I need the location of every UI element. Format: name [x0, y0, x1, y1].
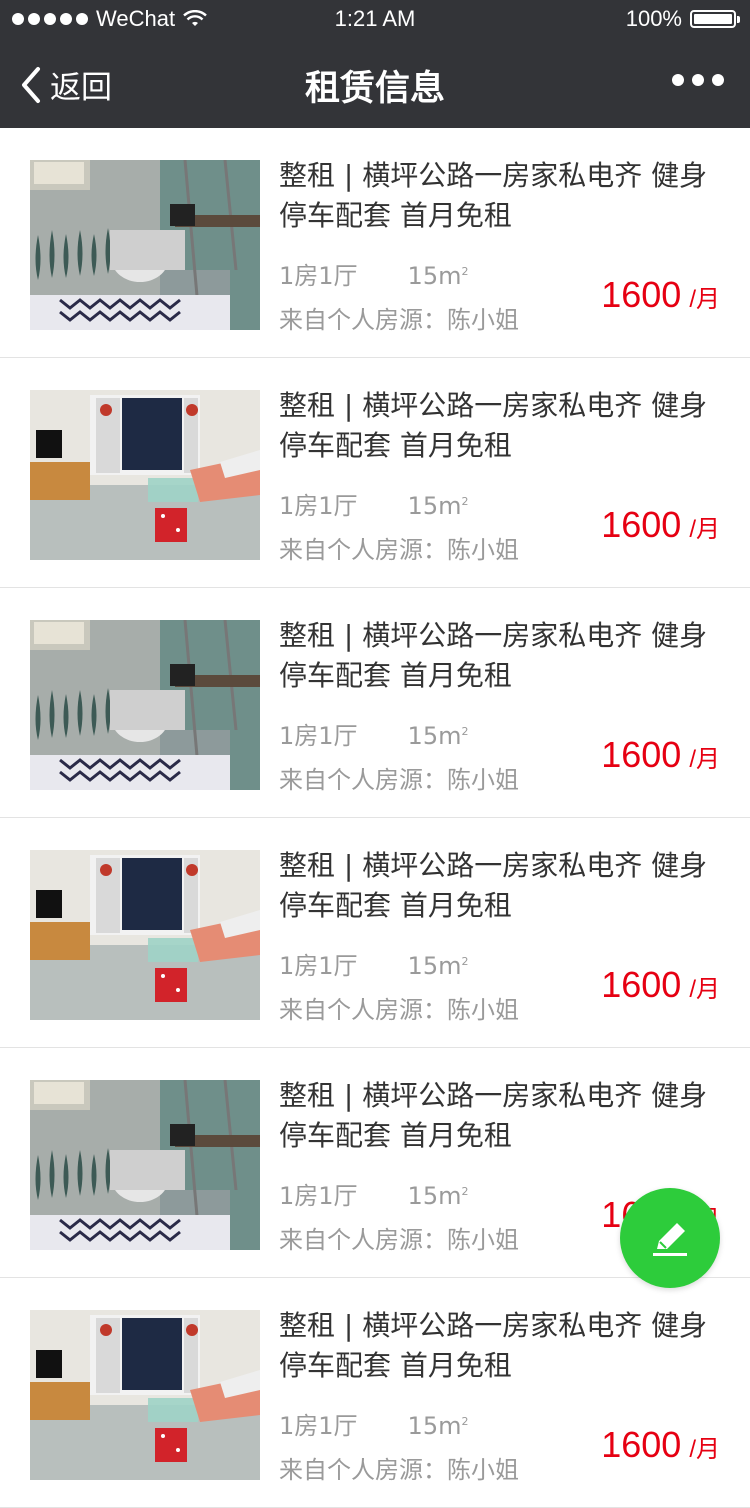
listing-area-sup: 2: [461, 1415, 469, 1428]
price-value: 1600: [601, 274, 682, 315]
listing-item[interactable]: 整租 | 横坪公路一房家私电齐 健身停车配套 首月免租 1房1厅 15m2 来自个…: [0, 1278, 750, 1508]
listing-specs: 1房1厅 15m2: [279, 486, 468, 521]
status-bar: WeChat 1:21 AM 100%: [0, 0, 750, 40]
page-title: 租赁信息: [304, 69, 445, 109]
compose-button[interactable]: [620, 1188, 720, 1288]
price-value: 1600: [601, 734, 682, 775]
listing-area-value: 15m: [407, 262, 462, 290]
price-unit: /月: [689, 516, 720, 543]
listing-area-value: 15m: [407, 1412, 462, 1440]
listing-layout: 1房1厅: [279, 492, 358, 520]
listing-thumbnail: [30, 1310, 260, 1480]
listing-title: 整租 | 横坪公路一房家私电齐 健身停车配套 首月免租: [279, 619, 708, 692]
listing-area: 15m2: [408, 722, 469, 750]
listing-area-value: 15m: [407, 1182, 462, 1210]
listing-photo-living-room: [30, 850, 260, 1020]
price-value: 1600: [601, 964, 682, 1005]
price-unit: /月: [689, 746, 720, 773]
listing-area: 15m2: [408, 952, 469, 980]
listing-price: 1600/月: [601, 964, 720, 1006]
listing-area-value: 15m: [407, 492, 462, 520]
more-dots-icon[interactable]: [672, 74, 724, 86]
price-value: 1600: [601, 504, 682, 545]
battery-percent: 100%: [625, 6, 682, 31]
listing-item[interactable]: 整租 | 横坪公路一房家私电齐 健身停车配套 首月免租 1房1厅 15m2 来自个…: [0, 588, 750, 818]
listing-area-value: 15m: [407, 722, 462, 750]
listing-source: 来自个人房源：陈小姐: [279, 766, 519, 794]
battery-icon: [690, 10, 740, 28]
listing-area: 15m2: [408, 1412, 469, 1440]
listing-specs: 1房1厅 15m2: [279, 716, 468, 751]
listing-title: 整租 | 横坪公路一房家私电齐 健身停车配套 首月免租: [279, 1079, 708, 1152]
listing-area: 15m2: [408, 492, 469, 520]
listing-layout: 1房1厅: [279, 262, 358, 290]
listing-title: 整租 | 横坪公路一房家私电齐 健身停车配套 首月免租: [279, 389, 708, 462]
listing-source: 来自个人房源：陈小姐: [279, 1226, 519, 1254]
listing-area-sup: 2: [461, 495, 469, 508]
listing-area-value: 15m: [407, 952, 462, 980]
listing-list: 整租 | 横坪公路一房家私电齐 健身停车配套 首月免租 1房1厅 15m2 来自个…: [0, 128, 750, 1508]
listing-area-sup: 2: [461, 265, 469, 278]
listing-area-sup: 2: [461, 955, 469, 968]
listing-source: 来自个人房源：陈小姐: [279, 1456, 519, 1484]
listing-title: 整租 | 横坪公路一房家私电齐 健身停车配套 首月免租: [279, 849, 708, 922]
pencil-icon: [653, 1223, 687, 1256]
listing-title: 整租 | 横坪公路一房家私电齐 健身停车配套 首月免租: [279, 1309, 708, 1382]
price-unit: /月: [689, 286, 720, 313]
listing-price: 1600/月: [601, 504, 720, 546]
listing-layout: 1房1厅: [279, 1182, 358, 1210]
listing-price: 1600/月: [601, 1424, 720, 1466]
listing-source: 来自个人房源：陈小姐: [279, 996, 519, 1024]
listing-photo-living-room: [30, 1310, 260, 1480]
listing-thumbnail: [30, 850, 260, 1020]
listing-item[interactable]: 整租 | 横坪公路一房家私电齐 健身停车配套 首月免租 1房1厅 15m2 来自个…: [0, 358, 750, 588]
listing-specs: 1房1厅 15m2: [279, 946, 468, 981]
listing-layout: 1房1厅: [279, 722, 358, 750]
listing-thumbnail: [30, 390, 260, 560]
listing-photo-living-room: [30, 390, 260, 560]
listing-thumbnail: [30, 620, 260, 790]
listing-layout: 1房1厅: [279, 952, 358, 980]
listing-specs: 1房1厅 15m2: [279, 1406, 468, 1441]
listing-source: 来自个人房源：陈小姐: [279, 306, 519, 334]
listing-area: 15m2: [408, 262, 469, 290]
listing-area-sup: 2: [461, 725, 469, 738]
price-unit: /月: [689, 1436, 720, 1463]
listing-area: 15m2: [408, 1182, 469, 1210]
listing-photo-bedroom: [30, 160, 260, 330]
price-value: 1600: [601, 1424, 682, 1465]
listing-photo-bedroom: [30, 620, 260, 790]
listing-price: 1600/月: [601, 734, 720, 776]
nav-bar: 返回 租赁信息: [0, 40, 750, 128]
listing-layout: 1房1厅: [279, 1412, 358, 1440]
listing-item[interactable]: 整租 | 横坪公路一房家私电齐 健身停车配套 首月免租 1房1厅 15m2 来自个…: [0, 128, 750, 358]
listing-item[interactable]: 整租 | 横坪公路一房家私电齐 健身停车配套 首月免租 1房1厅 15m2 来自个…: [0, 818, 750, 1048]
listing-price: 1600/月: [601, 274, 720, 316]
listing-title: 整租 | 横坪公路一房家私电齐 健身停车配套 首月免租: [279, 159, 708, 232]
listing-area-sup: 2: [461, 1185, 469, 1198]
price-unit: /月: [689, 976, 720, 1003]
listing-source: 来自个人房源：陈小姐: [279, 536, 519, 564]
status-right: 100%: [625, 6, 740, 32]
listing-photo-bedroom: [30, 1080, 260, 1250]
listing-specs: 1房1厅 15m2: [279, 256, 468, 291]
listing-thumbnail: [30, 1080, 260, 1250]
listing-specs: 1房1厅 15m2: [279, 1176, 468, 1211]
listing-thumbnail: [30, 160, 260, 330]
